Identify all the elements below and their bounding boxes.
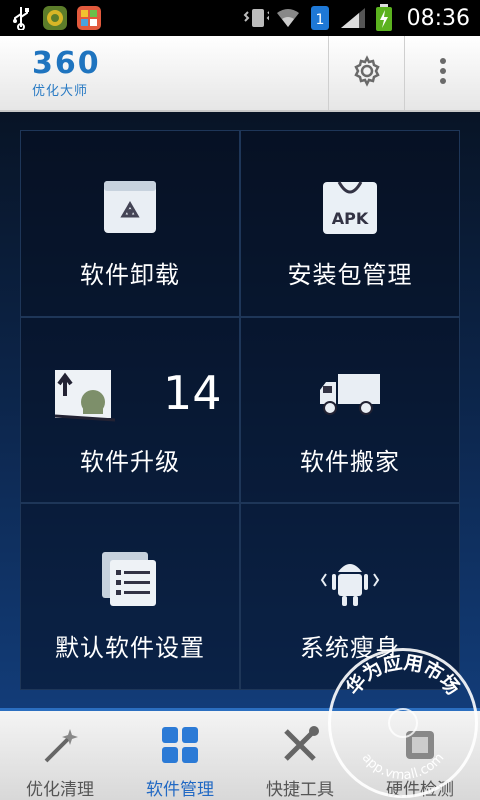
brand-number: 360 [32, 46, 101, 81]
wifi-icon [275, 5, 301, 31]
status-time: 08:36 [406, 5, 470, 31]
feature-grid: 软件卸载 APK 安装包管理 14 软件升级 软件搬家 默认软件设置 系统瘦身 [20, 130, 460, 690]
sim-icon: 1 [307, 5, 333, 31]
tab-software-manager[interactable]: 软件管理 [120, 711, 240, 800]
usb-icon [8, 5, 34, 31]
tile-label: 软件升级 [80, 447, 180, 476]
tab-label: 软件管理 [146, 780, 214, 800]
apk-package-icon: APK [318, 175, 382, 239]
brand-subtitle: 优化大师 [32, 84, 89, 99]
recycle-bin-icon [98, 175, 162, 239]
brand-logo: 360 优化大师 [0, 36, 328, 110]
svg-text:app.vmall.com: app.vmall.com [359, 750, 448, 783]
watermark-seal: 华为应用市场 app.vmall.com [328, 648, 478, 798]
tile-label: 软件卸载 [80, 261, 180, 289]
truck-icon [318, 362, 382, 426]
system-icons: 1 08:36 [243, 4, 480, 31]
svg-text:APK: APK [332, 209, 369, 228]
tile-move-apps[interactable]: 软件搬家 [240, 316, 460, 504]
svg-text:1: 1 [315, 12, 324, 28]
tile-label: 安装包管理 [287, 261, 413, 289]
watermark-text: 华为应用市场 [341, 650, 463, 699]
tab-label: 快捷工具 [266, 780, 334, 800]
watermark-url: app.vmall.com [359, 750, 448, 783]
tile-default-apps[interactable]: 默认软件设置 [20, 503, 240, 690]
tab-label: 优化清理 [26, 780, 94, 800]
android-slim-icon [318, 548, 382, 612]
list-document-icon [98, 548, 162, 612]
more-menu-button[interactable] [404, 36, 480, 110]
tile-apk-manager[interactable]: APK 安装包管理 [240, 130, 460, 317]
tab-optimize[interactable]: 优化清理 [0, 711, 120, 800]
svg-text:华为应用市场: 华为应用市场 [341, 651, 463, 699]
status-bar: 1 08:36 [0, 0, 480, 36]
gear-icon [351, 55, 383, 91]
magic-wand-icon [36, 721, 84, 769]
app-header: 360 优化大师 [0, 36, 480, 112]
grid-apps-icon [156, 721, 204, 769]
more-vertical-icon [438, 55, 448, 91]
gallery-icon [76, 5, 102, 31]
tile-uninstall[interactable]: 软件卸载 [20, 130, 240, 317]
update-count: 14 [163, 365, 222, 420]
main-panel: 软件卸载 APK 安装包管理 14 软件升级 软件搬家 默认软件设置 系统瘦身 [0, 112, 480, 708]
notification-icons [0, 5, 102, 31]
battery-icon [371, 4, 397, 31]
settings-button[interactable] [328, 36, 404, 110]
tile-label: 默认软件设置 [55, 634, 205, 663]
tile-upgrade[interactable]: 14 软件升级 [20, 316, 240, 504]
upgrade-android-icon [53, 362, 117, 426]
signal-icon [339, 5, 365, 31]
tile-label: 软件搬家 [300, 447, 400, 476]
app-icon [42, 5, 68, 31]
vibrate-icon [243, 5, 269, 31]
tools-icon [276, 721, 324, 769]
